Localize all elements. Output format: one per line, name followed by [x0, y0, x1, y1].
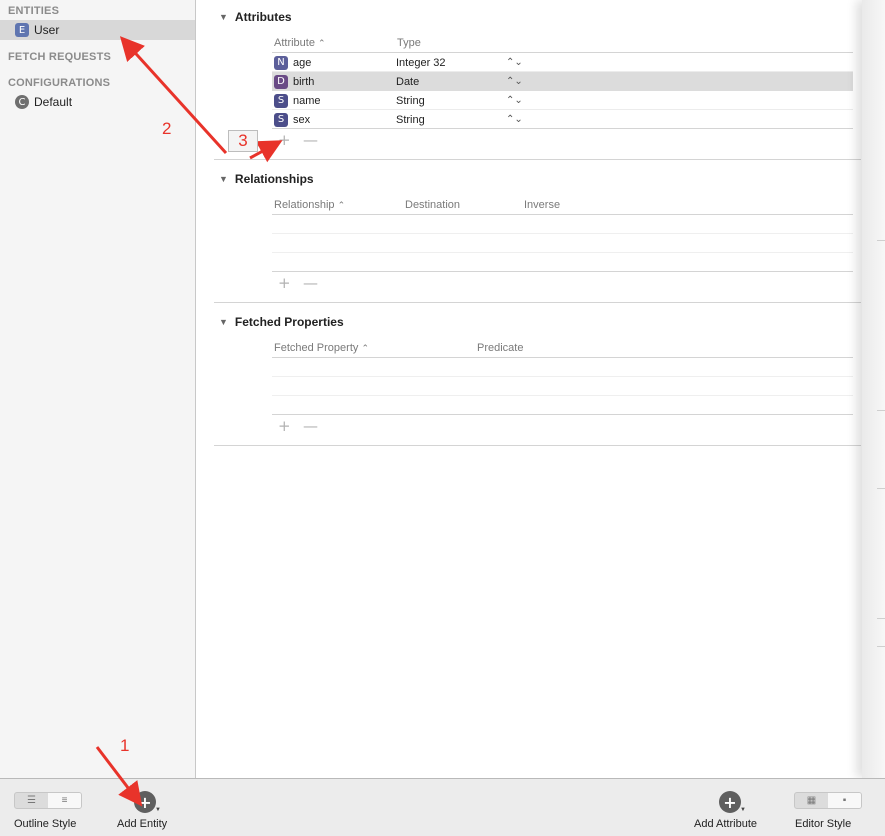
annotation-number-2: 2 [162, 119, 172, 138]
attribute-row[interactable]: Dbirth Date ⌃⌄ [272, 72, 853, 91]
disclosure-triangle-icon[interactable]: ▼ [219, 174, 228, 184]
attribute-row[interactable]: Nage Integer 32 ⌃⌄ [272, 53, 853, 72]
plus-icon: + [138, 792, 152, 812]
sort-ascending-icon: ⌃ [361, 343, 369, 353]
relationships-section-header[interactable]: ▼ Relationships [219, 172, 314, 186]
fetch-requests-header: FETCH REQUESTS [8, 51, 112, 63]
add-entity-button[interactable]: + [134, 791, 156, 813]
relationships-title: Relationships [234, 172, 314, 186]
annotation-number-1: 1 [120, 736, 130, 755]
editor-style-label: Editor Style [795, 818, 852, 830]
hierarchy-view-icon[interactable]: ≡ [48, 793, 81, 808]
add-attribute-button[interactable]: + [719, 791, 741, 813]
sidebar-item-default[interactable]: C Default [0, 92, 195, 112]
dropdown-caret-icon: ▼ [740, 807, 746, 813]
outline-style-label: Outline Style [14, 818, 77, 830]
add-entity-label: Add Entity [117, 818, 168, 830]
attribute-type[interactable]: String [396, 95, 506, 107]
attribute-type[interactable]: Integer 32 [396, 57, 506, 69]
type-stepper-icon[interactable]: ⌃⌄ [506, 57, 523, 68]
fetched-properties-section-header[interactable]: ▼ Fetched Properties [219, 315, 344, 329]
remove-attribute-minus-button[interactable]: — [303, 131, 318, 149]
outline-style-segmented-control[interactable]: ☰ ≡ [14, 792, 82, 809]
column-header-relationship[interactable]: Relationship ⌃ [274, 199, 345, 211]
table-style-icon[interactable]: ▦ [795, 793, 828, 808]
configuration-icon: C [15, 95, 29, 109]
editor-bottom-bar: ☰ ≡ Outline Style + ▼ Add Entity + ▼ Add… [0, 778, 885, 836]
plus-icon: + [723, 792, 737, 812]
sidebar-item-label: Default [34, 95, 73, 109]
entity-icon: E [15, 23, 29, 37]
entities-header: ENTITIES [8, 5, 60, 17]
column-header-type[interactable]: Type [397, 37, 421, 49]
attributes-section-header[interactable]: ▼ Attributes [219, 10, 292, 24]
type-stepper-icon[interactable]: ⌃⌄ [506, 95, 523, 106]
attribute-type[interactable]: Date [396, 76, 506, 88]
attribute-name[interactable]: age [293, 57, 311, 69]
date-type-icon: D [274, 74, 288, 89]
attribute-row[interactable]: Ssex String ⌃⌄ [272, 110, 853, 129]
list-view-icon[interactable]: ☰ [15, 793, 48, 808]
type-stepper-icon[interactable]: ⌃⌄ [506, 76, 523, 87]
column-header-attribute[interactable]: Attribute ⌃ [274, 37, 326, 49]
graph-style-icon[interactable]: ▪ [828, 793, 861, 808]
column-header-inverse[interactable]: Inverse [524, 199, 560, 211]
column-header-fetched-property[interactable]: Fetched Property ⌃ [274, 342, 369, 354]
entity-editor: ▼ Attributes Attribute ⌃ Type Nage Integ… [197, 0, 885, 778]
dropdown-caret-icon: ▼ [155, 807, 161, 813]
attributes-title: Attributes [234, 10, 292, 24]
attribute-row[interactable]: Sname String ⌃⌄ [272, 91, 853, 110]
string-type-icon: S [274, 93, 288, 108]
disclosure-triangle-icon[interactable]: ▼ [219, 317, 228, 327]
attribute-name[interactable]: sex [293, 114, 310, 126]
add-fetched-property-plus-button[interactable]: + [278, 417, 291, 435]
sort-ascending-icon: ⌃ [318, 38, 326, 48]
add-attribute-plus-button[interactable]: + [278, 131, 291, 149]
add-relationship-plus-button[interactable]: + [278, 274, 291, 292]
remove-fetched-property-minus-button[interactable]: — [303, 417, 318, 435]
attribute-name[interactable]: name [293, 95, 321, 107]
annotation-number-3: 3 [228, 130, 258, 152]
type-stepper-icon[interactable]: ⌃⌄ [506, 114, 523, 125]
sort-ascending-icon: ⌃ [337, 200, 346, 210]
editor-style-segmented-control[interactable]: ▦ ▪ [794, 792, 862, 809]
sidebar: ENTITIES E User FETCH REQUESTS CONFIGURA… [0, 0, 196, 778]
column-header-destination[interactable]: Destination [405, 199, 460, 211]
column-header-predicate[interactable]: Predicate [477, 342, 523, 354]
attribute-type[interactable]: String [396, 114, 506, 126]
fetched-properties-title: Fetched Properties [234, 315, 344, 329]
inspector-panel-edge [862, 0, 885, 778]
number-type-icon: N [274, 55, 288, 70]
sidebar-item-user[interactable]: E User [0, 20, 195, 40]
string-type-icon: S [274, 112, 288, 127]
configurations-header: CONFIGURATIONS [8, 77, 111, 89]
sidebar-item-label: User [34, 23, 60, 37]
attribute-name[interactable]: birth [293, 76, 314, 88]
remove-relationship-minus-button[interactable]: — [303, 274, 318, 292]
disclosure-triangle-icon[interactable]: ▼ [219, 12, 228, 22]
add-attribute-label: Add Attribute [694, 818, 757, 830]
